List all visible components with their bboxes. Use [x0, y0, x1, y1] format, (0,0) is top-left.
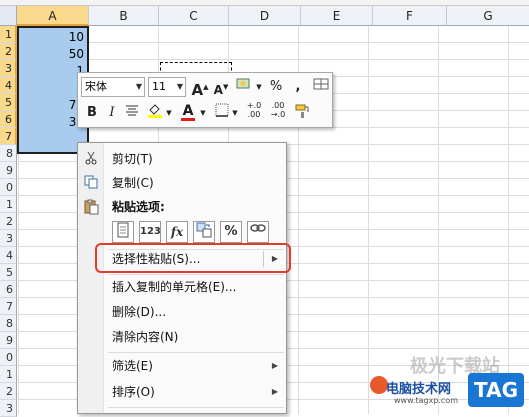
font-name-value: 宋体 [85, 80, 107, 93]
menu-item-sort[interactable]: 排序(O) ▶ [78, 380, 286, 404]
row-header[interactable]: 0 [0, 349, 17, 366]
row-header[interactable]: 1 [0, 366, 17, 383]
menu-item-label: 删除(D)... [112, 305, 167, 319]
menu-item-label: 排序(O) [112, 385, 155, 399]
font-name-box[interactable]: 宋体 ▼ [81, 77, 145, 97]
menu-item-delete[interactable]: 删除(D)... [78, 300, 286, 324]
row-header[interactable]: 0 [0, 179, 17, 196]
row-header[interactable]: 9 [0, 162, 17, 179]
format-cells-icon[interactable] [311, 77, 331, 97]
annotation-highlight-box [95, 243, 291, 273]
row-header[interactable]: 9 [0, 332, 17, 349]
row-header[interactable]: 3 [0, 400, 17, 417]
scissors-icon [83, 151, 99, 167]
menu-item-label: 复制(C) [112, 176, 154, 190]
row-header[interactable]: 2 [0, 213, 17, 230]
row-header[interactable]: 5 [0, 94, 17, 111]
row-header[interactable]: 3 [0, 60, 17, 77]
paste-formatting-percent-button[interactable]: % [220, 221, 242, 243]
menu-item-label: 剪切(T) [112, 152, 153, 166]
menu-item-insert-copied-cells[interactable]: 插入复制的单元格(E)... [78, 275, 286, 299]
chevron-down-icon[interactable]: ▼ [230, 103, 240, 123]
column-header-a[interactable]: A [17, 6, 89, 26]
format-painter-icon[interactable] [292, 103, 312, 123]
font-size-value: 11 [152, 80, 166, 93]
row-header[interactable]: 5 [0, 264, 17, 281]
align-center-icon[interactable] [122, 103, 142, 123]
menu-item-cut[interactable]: 剪切(T) [78, 147, 286, 171]
row-header[interactable]: 8 [0, 145, 17, 162]
comma-style-button[interactable]: , [288, 77, 308, 97]
column-header-d[interactable]: D [229, 6, 301, 26]
column-header-e[interactable]: E [301, 6, 373, 26]
paste-values-doc-button[interactable] [112, 221, 134, 243]
row-header[interactable]: 6 [0, 111, 17, 128]
chevron-right-icon: ▶ [271, 387, 278, 396]
paste-values-123-button[interactable]: 123 [139, 221, 161, 243]
menu-item-clear-contents[interactable]: 清除内容(N) [78, 325, 286, 349]
column-header-c[interactable]: C [159, 6, 229, 26]
menu-item-filter[interactable]: 筛选(E) ▶ [78, 354, 286, 378]
percent-button[interactable]: % [266, 77, 286, 97]
row-header[interactable]: 3 [0, 230, 17, 247]
cell-a2[interactable]: 50 [17, 46, 87, 63]
accounting-format-icon[interactable] [234, 77, 254, 97]
increase-decimal-button[interactable]: +.0 .00 [244, 101, 264, 121]
mini-toolbar: 宋体 ▼ 11 ▼ A▲ A▼ ▼ % , B I ▼ A ▼ ▼ +.0 .0… [77, 72, 333, 128]
column-header-f[interactable]: F [373, 6, 447, 26]
menu-item-label: 筛选(E) [112, 359, 153, 373]
chevron-down-icon[interactable]: ▼ [254, 77, 264, 97]
chevron-down-icon[interactable]: ▼ [198, 103, 208, 123]
menu-item-copy[interactable]: 复制(C) [78, 171, 286, 195]
clipboard-icon [83, 199, 99, 215]
chevron-down-icon[interactable]: ▼ [164, 103, 174, 123]
watermark-tag-logo: TAG [468, 373, 524, 407]
paste-transpose-button[interactable] [193, 221, 215, 243]
column-header-b[interactable]: B [89, 6, 159, 26]
borders-icon[interactable] [212, 103, 232, 123]
paste-options-header: 粘贴选项: [78, 195, 286, 219]
select-all-corner[interactable] [0, 6, 17, 26]
row-header[interactable]: 4 [0, 77, 17, 94]
row-header[interactable]: 7 [0, 128, 17, 145]
chevron-right-icon: ▶ [271, 361, 278, 370]
menu-item-label: 插入复制的单元格(E)... [112, 280, 237, 294]
row-header[interactable]: 7 [0, 298, 17, 315]
cell-a1[interactable]: 10 [17, 29, 87, 46]
column-header-g[interactable]: G [447, 6, 529, 26]
row-header[interactable]: 4 [0, 247, 17, 264]
row-header[interactable]: 2 [0, 43, 17, 60]
menu-item-label: 清除内容(N) [112, 330, 179, 344]
chevron-down-icon[interactable]: ▼ [136, 78, 142, 96]
chevron-down-icon[interactable]: ▼ [177, 78, 183, 96]
bold-button[interactable]: B [82, 103, 102, 123]
shrink-font-button[interactable]: A▼ [211, 77, 231, 97]
paste-formulas-fx-button[interactable]: fx [166, 221, 188, 243]
context-menu: 剪切(T) 复制(C) 粘贴选项: 123 fx % 选择性粘贴(S)... ▶… [77, 142, 287, 414]
menu-separator [108, 352, 284, 353]
italic-button[interactable]: I [102, 103, 122, 123]
copy-icon [83, 175, 99, 191]
row-header[interactable]: 6 [0, 281, 17, 298]
row-header[interactable]: 1 [0, 196, 17, 213]
paste-options-label: 粘贴选项: [112, 200, 165, 214]
row-header[interactable]: 8 [0, 315, 17, 332]
grow-font-button[interactable]: A▲ [190, 77, 210, 99]
row-header[interactable]: 2 [0, 383, 17, 400]
fill-color-icon[interactable] [145, 103, 165, 123]
row-header[interactable]: 1 [0, 26, 17, 43]
watermark-site-name: 电脑技术网 [386, 382, 452, 397]
watermark-url: www.tagxp.com [394, 396, 458, 405]
menu-separator [108, 407, 284, 408]
decrease-decimal-button[interactable]: .00 →.0 [268, 101, 288, 121]
paste-link-button[interactable] [247, 221, 269, 243]
font-size-box[interactable]: 11 ▼ [148, 77, 186, 97]
font-color-button[interactable]: A [178, 101, 198, 121]
